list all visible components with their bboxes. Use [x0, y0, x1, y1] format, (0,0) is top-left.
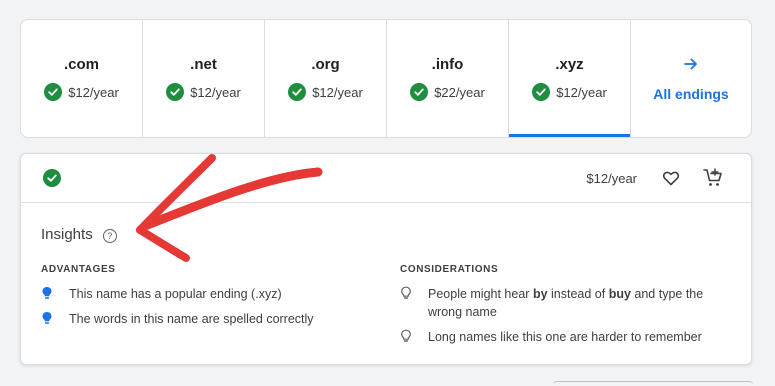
advantage-item: The words in this name are spelled corre…	[41, 310, 314, 328]
advantage-text: This name has a popular ending (.xyz)	[69, 287, 282, 301]
tld-tab-com[interactable]: .com $12/year	[21, 20, 143, 137]
card-header: $12/year	[21, 154, 751, 203]
tld-price-row: $12/year	[288, 83, 363, 101]
available-check-icon	[532, 83, 551, 101]
help-icon[interactable]: ?	[102, 229, 117, 243]
lightbulb-outline-icon	[400, 328, 428, 343]
tld-name: .com	[63, 56, 99, 73]
tld-price-row: $22/year	[410, 83, 485, 101]
lightbulb-outline-icon	[400, 285, 428, 300]
available-check-icon	[44, 83, 63, 101]
insights-heading: Insights ?	[41, 226, 117, 243]
lightbulb-filled-icon	[41, 285, 69, 300]
consideration-item: People might hear by instead of buy and …	[400, 285, 730, 321]
consideration-bold-word: buy	[608, 287, 631, 301]
tld-tab-net[interactable]: .net $12/year	[143, 20, 265, 137]
next-card-edge	[553, 381, 753, 386]
consideration-text-part: People might hear	[428, 287, 533, 301]
consideration-text: Long names like this one are harder to r…	[428, 330, 702, 344]
tld-tab-strip: .com $12/year .net $12/year .org $12/yea…	[20, 19, 752, 138]
tld-price: $22/year	[434, 84, 485, 100]
available-check-icon	[288, 83, 307, 101]
tld-price-row: $12/year	[532, 83, 607, 101]
consideration-text: People might hear by instead of buy and …	[428, 285, 730, 321]
tld-name: .xyz	[555, 56, 584, 73]
tld-name: .org	[311, 56, 340, 73]
domain-result-card: $12/year Insights ? ADVANTAGES CONSIDERA…	[20, 153, 752, 365]
tld-price: $12/year	[68, 84, 119, 100]
tld-tab-org[interactable]: .org $12/year	[265, 20, 387, 137]
advantage-item: This name has a popular ending (.xyz)	[41, 285, 282, 303]
consideration-bold-word: by	[532, 287, 548, 301]
tld-tab-xyz[interactable]: .xyz $12/year	[509, 20, 631, 137]
advantage-text: The words in this name are spelled corre…	[69, 312, 314, 326]
available-check-icon	[43, 169, 61, 187]
consideration-item: Long names like this one are harder to r…	[400, 328, 702, 346]
domain-price: $12/year	[586, 171, 637, 186]
all-endings-label: All endings	[653, 86, 729, 102]
heart-icon[interactable]	[659, 166, 683, 190]
insights-title: Insights	[41, 226, 93, 243]
considerations-heading: CONSIDERATIONS	[400, 264, 499, 275]
tld-price: $12/year	[556, 84, 607, 100]
all-endings-button[interactable]: All endings	[631, 20, 751, 137]
tld-price: $12/year	[190, 84, 241, 100]
advantages-heading: ADVANTAGES	[41, 264, 116, 275]
tld-price-row: $12/year	[166, 83, 241, 101]
available-check-icon	[166, 83, 185, 101]
available-check-icon	[410, 83, 429, 101]
tld-price: $12/year	[312, 84, 363, 100]
tld-name: .net	[190, 56, 217, 73]
tld-tab-info[interactable]: .info $22/year	[387, 20, 509, 137]
tld-name: .info	[431, 56, 464, 73]
tld-price-row: $12/year	[44, 83, 119, 101]
lightbulb-filled-icon	[41, 310, 69, 325]
consideration-text-part: instead of	[547, 287, 609, 301]
add-to-cart-icon[interactable]	[701, 166, 725, 190]
arrow-right-icon	[682, 55, 700, 78]
